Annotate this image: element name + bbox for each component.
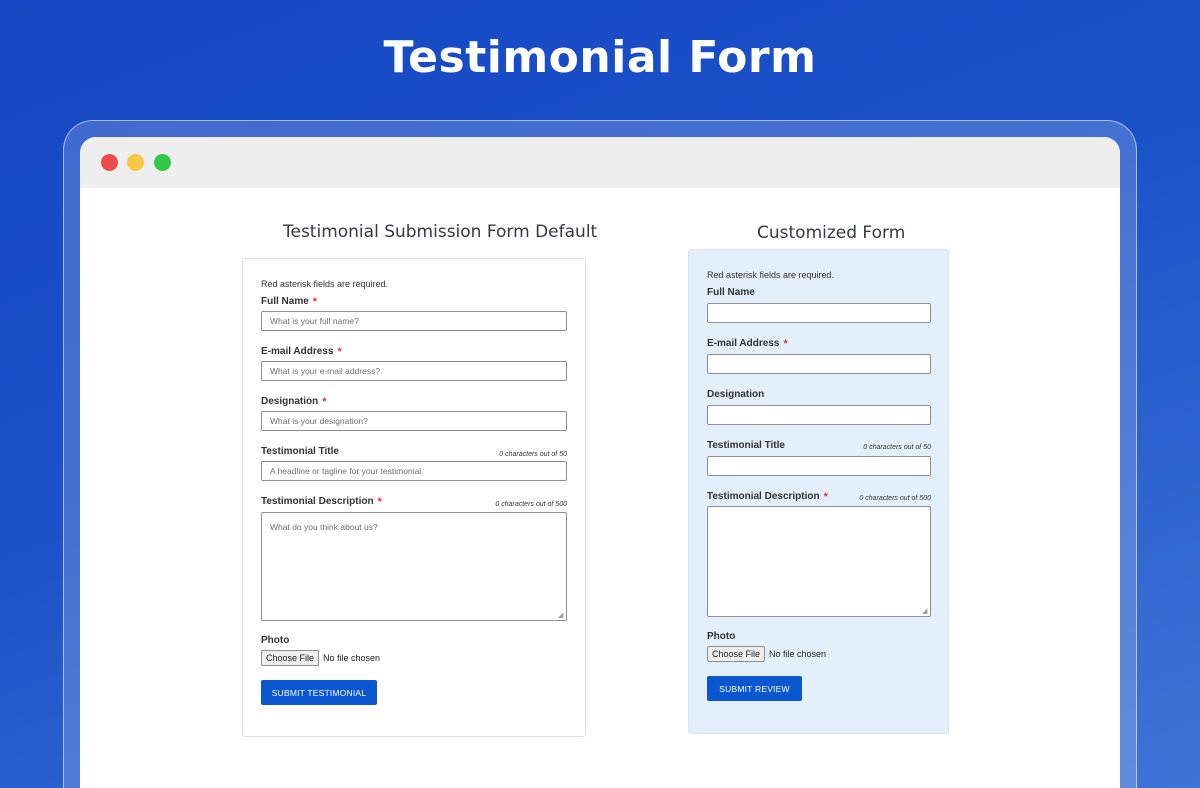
testimonial-description-label-text: Testimonial Description	[261, 496, 374, 507]
custom-form-heading: Customized Form	[757, 223, 906, 243]
description-char-counter: 0 characters out of 500	[495, 501, 567, 508]
testimonial-description-textarea[interactable]	[707, 506, 931, 617]
minimize-window-icon[interactable]	[127, 154, 144, 171]
full-name-input[interactable]	[261, 311, 567, 331]
custom-form-card: Red asterisk fields are required. Full N…	[688, 249, 949, 734]
testimonial-title-label: Testimonial Title	[261, 446, 339, 457]
testimonial-title-input[interactable]	[261, 461, 567, 481]
choose-file-button[interactable]: Choose File	[261, 650, 320, 666]
photo-file-input: Choose File No file chosen	[261, 650, 380, 666]
submit-testimonial-button[interactable]: SUBMIT TESTIMONIAL	[261, 680, 377, 705]
submit-review-button[interactable]: SUBMIT REVIEW	[707, 676, 802, 701]
browser-window: Testimonial Submission Form Default Red …	[80, 137, 1120, 788]
designation-label: Designation	[707, 389, 764, 400]
testimonial-title-label-text: Testimonial Title	[261, 446, 339, 457]
hero-title: Testimonial Form	[383, 32, 817, 83]
choose-file-button[interactable]: Choose File	[707, 646, 766, 662]
designation-input[interactable]	[261, 411, 567, 431]
full-name-label-text: Full Name	[707, 287, 755, 298]
photo-label: Photo	[261, 635, 289, 646]
full-name-label-text: Full Name	[261, 296, 309, 307]
testimonial-title-label: Testimonial Title	[707, 440, 785, 451]
photo-label-text: Photo	[707, 631, 736, 642]
browser-titlebar	[80, 137, 1120, 188]
default-form-card: Red asterisk fields are required. Full N…	[242, 258, 586, 737]
full-name-input[interactable]	[707, 303, 931, 323]
resize-handle-icon[interactable]: ◢	[558, 612, 565, 619]
email-input[interactable]	[707, 354, 931, 374]
default-form-heading: Testimonial Submission Form Default	[283, 222, 598, 242]
testimonial-title-input[interactable]	[707, 456, 931, 476]
testimonial-description-label: Testimonial Description *	[261, 496, 382, 508]
email-label-text: E-mail Address	[707, 338, 780, 349]
file-status: No file chosen	[769, 649, 827, 659]
full-name-label: Full Name	[707, 287, 755, 298]
designation-label-text: Designation	[707, 389, 765, 400]
photo-label-text: Photo	[261, 635, 290, 646]
required-asterisk: *	[377, 496, 382, 508]
photo-label: Photo	[707, 631, 735, 642]
close-window-icon[interactable]	[101, 154, 118, 171]
full-name-label: Full Name *	[261, 296, 317, 308]
designation-label: Designation *	[261, 396, 327, 408]
resize-handle-icon[interactable]: ◢	[922, 608, 929, 615]
email-label: E-mail Address *	[707, 338, 788, 350]
photo-file-input: Choose File No file chosen	[707, 646, 826, 662]
required-note: Red asterisk fields are required.	[261, 279, 389, 289]
required-asterisk: *	[783, 338, 788, 350]
required-asterisk: *	[322, 396, 327, 408]
description-char-counter: 0 characters out of 500	[859, 495, 931, 502]
testimonial-description-label-text: Testimonial Description	[707, 491, 820, 502]
designation-label-text: Designation	[261, 396, 319, 407]
email-input[interactable]	[261, 361, 567, 381]
title-char-counter: 0 characters out of 50	[863, 444, 931, 451]
testimonial-description-textarea[interactable]	[261, 512, 567, 621]
required-asterisk: *	[337, 346, 342, 358]
email-label: E-mail Address *	[261, 346, 342, 358]
file-status: No file chosen	[323, 653, 381, 663]
maximize-window-icon[interactable]	[154, 154, 171, 171]
email-label-text: E-mail Address	[261, 346, 334, 357]
title-char-counter: 0 characters out of 50	[499, 451, 567, 458]
required-asterisk: *	[312, 296, 318, 308]
designation-input[interactable]	[707, 405, 931, 425]
testimonial-title-label-text: Testimonial Title	[707, 440, 785, 451]
required-note: Red asterisk fields are required.	[707, 270, 835, 280]
